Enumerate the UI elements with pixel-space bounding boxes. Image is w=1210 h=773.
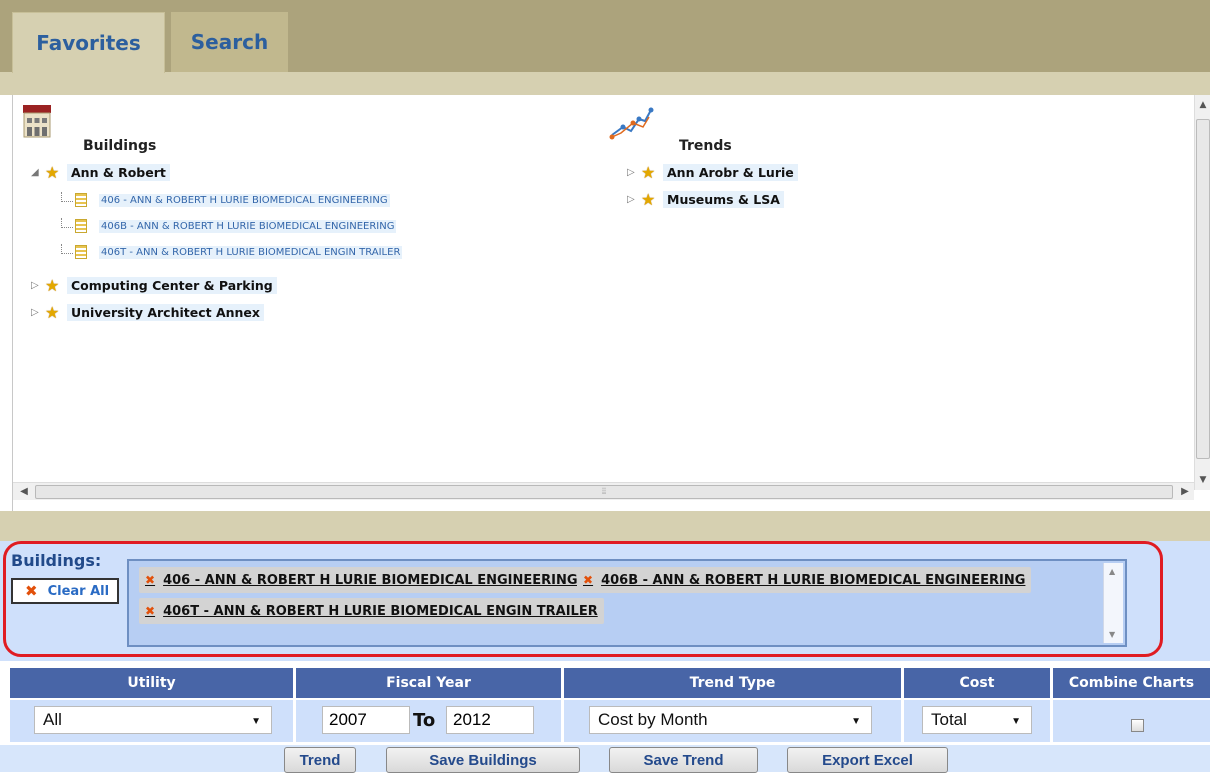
trend-chart-icon bbox=[609, 107, 654, 140]
tree-group-label[interactable]: Computing Center & Parking bbox=[67, 276, 277, 294]
cost-select[interactable]: Total ▼ bbox=[922, 706, 1032, 734]
buildings-heading: Buildings bbox=[83, 138, 157, 154]
fiscal-year-header: Fiscal Year bbox=[296, 668, 561, 698]
collapsed-arrow-icon[interactable]: ▷ bbox=[627, 194, 641, 205]
star-icon: ★ bbox=[45, 302, 60, 322]
filter-value-row: All ▼ 2007 To 2012 Cost by Month ▼ Total… bbox=[10, 700, 1210, 742]
vertical-scrollbar[interactable]: ▲ ▼ bbox=[1194, 95, 1210, 490]
tab-bar-underline bbox=[0, 72, 1210, 95]
horizontal-scrollbar[interactable]: ◀ ⦙⦙ ▶ bbox=[13, 482, 1194, 500]
favorites-panel: Buildings Trends ◢ ★ Ann & Robert 406 - … bbox=[12, 95, 1210, 511]
cost-cell: Total ▼ bbox=[904, 700, 1050, 742]
tree-group-label[interactable]: Ann Arobr & Lurie bbox=[663, 163, 798, 181]
utility-cell: All ▼ bbox=[10, 700, 293, 742]
cost-header: Cost bbox=[904, 668, 1050, 698]
tree-group-university-architect[interactable]: ▷ ★ University Architect Annex bbox=[31, 302, 264, 322]
trend-button[interactable]: Trend bbox=[284, 747, 356, 773]
tab-search-label: Search bbox=[190, 30, 269, 54]
collapsed-arrow-icon[interactable]: ▷ bbox=[31, 307, 45, 318]
utility-value: All bbox=[43, 710, 62, 729]
building-icon bbox=[23, 105, 51, 138]
fiscal-year-to-input[interactable]: 2012 bbox=[446, 706, 534, 734]
scroll-right-icon[interactable]: ▶ bbox=[1176, 483, 1194, 501]
tree-leaf-label[interactable]: 406B - ANN & ROBERT H LURIE BIOMEDICAL E… bbox=[99, 219, 397, 233]
tree-group-computing-center[interactable]: ▷ ★ Computing Center & Parking bbox=[31, 275, 277, 295]
tree-leaf[interactable]: 406T - ANN & ROBERT H LURIE BIOMEDICAL E… bbox=[61, 243, 403, 261]
tree-leaf-label[interactable]: 406 - ANN & ROBERT H LURIE BIOMEDICAL EN… bbox=[99, 193, 390, 207]
building-doc-icon bbox=[75, 193, 87, 207]
save-buildings-button[interactable]: Save Buildings bbox=[386, 747, 580, 773]
highlight-outline bbox=[3, 541, 1163, 657]
collapsed-arrow-icon[interactable]: ▷ bbox=[627, 167, 641, 178]
export-excel-button[interactable]: Export Excel bbox=[787, 747, 948, 773]
scroll-left-icon[interactable]: ◀ bbox=[15, 483, 33, 501]
fiscal-year-cell: 2007 To 2012 bbox=[296, 700, 561, 742]
tree-connector bbox=[61, 218, 73, 228]
combine-charts-cell bbox=[1053, 700, 1210, 742]
star-icon: ★ bbox=[641, 162, 656, 182]
tab-favorites-label: Favorites bbox=[36, 31, 141, 55]
tab-search[interactable]: Search bbox=[171, 12, 288, 72]
dropdown-arrow-icon: ▼ bbox=[851, 716, 861, 727]
fiscal-year-from-input[interactable]: 2007 bbox=[322, 706, 410, 734]
tree-group-label[interactable]: Ann & Robert bbox=[67, 163, 170, 181]
trend-type-select[interactable]: Cost by Month ▼ bbox=[589, 706, 872, 734]
trend-type-cell: Cost by Month ▼ bbox=[564, 700, 901, 742]
panel-footer bbox=[0, 511, 1210, 541]
filter-header-row: Utility Fiscal Year Trend Type Cost Comb… bbox=[10, 668, 1210, 698]
tree-leaf-label[interactable]: 406T - ANN & ROBERT H LURIE BIOMEDICAL E… bbox=[99, 245, 403, 259]
trend-type-value: Cost by Month bbox=[598, 710, 708, 729]
expanded-arrow-icon[interactable]: ◢ bbox=[31, 167, 45, 178]
dropdown-arrow-icon: ▼ bbox=[251, 716, 261, 727]
scroll-down-icon[interactable]: ▼ bbox=[1195, 472, 1210, 488]
tree-group-label[interactable]: Museums & LSA bbox=[663, 190, 784, 208]
trend-type-header: Trend Type bbox=[564, 668, 901, 698]
star-icon: ★ bbox=[45, 162, 60, 182]
utility-select[interactable]: All ▼ bbox=[34, 706, 272, 734]
dropdown-arrow-icon: ▼ bbox=[1011, 716, 1021, 727]
tree-leaf[interactable]: 406B - ANN & ROBERT H LURIE BIOMEDICAL E… bbox=[61, 217, 397, 235]
action-bar bbox=[0, 745, 1210, 772]
star-icon: ★ bbox=[641, 189, 656, 209]
scroll-up-icon[interactable]: ▲ bbox=[1195, 97, 1210, 113]
cost-value: Total bbox=[931, 710, 967, 729]
combine-charts-header: Combine Charts bbox=[1053, 668, 1210, 698]
save-trend-button[interactable]: Save Trend bbox=[609, 747, 758, 773]
trends-heading: Trends bbox=[679, 138, 732, 154]
collapsed-arrow-icon[interactable]: ▷ bbox=[31, 280, 45, 291]
fiscal-year-from-value: 2007 bbox=[329, 710, 367, 729]
utility-header: Utility bbox=[10, 668, 293, 698]
combine-charts-checkbox[interactable] bbox=[1131, 719, 1144, 732]
to-label: To bbox=[413, 710, 436, 731]
tree-connector bbox=[61, 192, 73, 202]
tree-group-label[interactable]: University Architect Annex bbox=[67, 303, 264, 321]
tree-group-trend[interactable]: ▷ ★ Museums & LSA bbox=[627, 189, 784, 209]
fiscal-year-to-value: 2012 bbox=[453, 710, 491, 729]
tree-connector bbox=[61, 244, 73, 254]
tree-group-ann-robert[interactable]: ◢ ★ Ann & Robert bbox=[31, 162, 170, 182]
scroll-thumb[interactable] bbox=[1196, 119, 1210, 459]
building-doc-icon bbox=[75, 245, 87, 259]
building-doc-icon bbox=[75, 219, 87, 233]
tree-leaf[interactable]: 406 - ANN & ROBERT H LURIE BIOMEDICAL EN… bbox=[61, 191, 390, 209]
star-icon: ★ bbox=[45, 275, 60, 295]
tab-favorites[interactable]: Favorites bbox=[12, 12, 165, 73]
tree-group-trend[interactable]: ▷ ★ Ann Arobr & Lurie bbox=[627, 162, 798, 182]
scroll-thumb[interactable]: ⦙⦙ bbox=[35, 485, 1173, 499]
